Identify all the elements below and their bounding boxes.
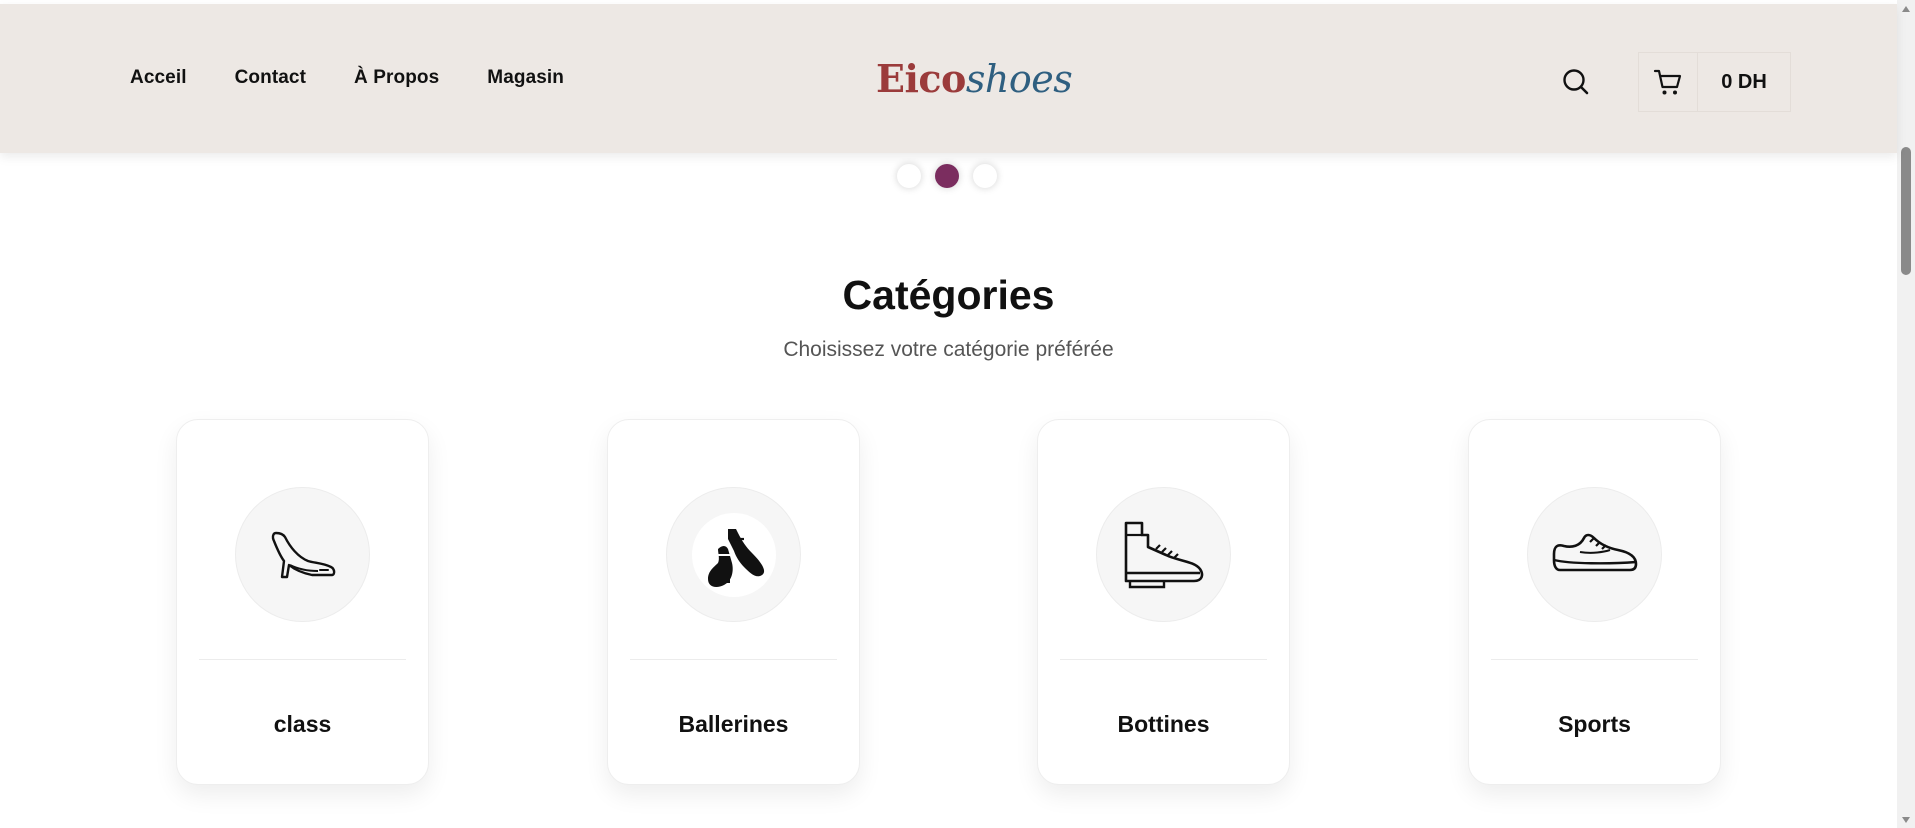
cart-icon (1653, 69, 1682, 95)
nav-link-store[interactable]: Magasin (487, 67, 564, 89)
category-icon-circle (235, 487, 370, 622)
boot-icon (1124, 521, 1203, 588)
category-card-sports[interactable]: Sports (1468, 419, 1721, 785)
category-label: Sports (1558, 711, 1631, 737)
nav-link-contact[interactable]: Contact (235, 67, 306, 89)
vertical-scrollbar[interactable] (1897, 0, 1915, 828)
site-header: Acceil Contact À Propos Magasin Eicoshoe… (0, 4, 1897, 153)
scroll-down-arrow-icon[interactable] (1897, 811, 1915, 828)
logo-part-2: shoes (965, 57, 1073, 101)
category-card-class[interactable]: class (176, 419, 429, 785)
category-label: Bottines (1117, 711, 1210, 737)
nav-link-home[interactable]: Acceil (130, 67, 187, 89)
card-divider (1491, 659, 1698, 660)
category-card-ballerines[interactable]: Ballerines (607, 419, 860, 785)
category-icon-circle (1096, 487, 1231, 622)
scrollbar-thumb[interactable] (1901, 147, 1911, 275)
category-icon-circle (666, 487, 801, 622)
cart-button[interactable]: 0 DH (1638, 52, 1791, 112)
cart-total: 0 DH (1721, 70, 1767, 93)
category-icon-circle (1527, 487, 1662, 622)
high-heel-icon (271, 531, 335, 578)
card-divider (1060, 659, 1267, 660)
site-logo[interactable]: Eicoshoes (876, 51, 1073, 107)
main-nav: Acceil Contact À Propos Magasin (130, 67, 564, 89)
carousel-dots (897, 164, 997, 188)
card-divider (199, 659, 406, 660)
category-card-bottines[interactable]: Bottines (1037, 419, 1290, 785)
scroll-up-arrow-icon[interactable] (1897, 0, 1915, 17)
nav-link-about[interactable]: À Propos (354, 67, 439, 89)
search-button[interactable] (1556, 62, 1596, 102)
card-divider (630, 659, 837, 660)
ballerina-shoes-icon (707, 528, 764, 587)
section-subtitle: Choisissez votre catégorie préférée (783, 338, 1114, 361)
page: Acceil Contact À Propos Magasin Eicoshoe… (0, 0, 1897, 828)
category-label: Ballerines (678, 711, 789, 737)
logo-part-1: Eico (876, 56, 966, 101)
carousel-dot-2[interactable] (935, 164, 959, 188)
search-icon (1563, 69, 1589, 95)
sneaker-icon (1552, 533, 1637, 571)
carousel-dot-1[interactable] (897, 164, 921, 188)
cart-icon-box (1639, 53, 1698, 111)
section-title: Catégories (842, 272, 1055, 318)
carousel-dot-3[interactable] (973, 164, 997, 188)
category-label: class (273, 711, 332, 737)
browser-viewport: Acceil Contact À Propos Magasin Eicoshoe… (0, 0, 1915, 828)
